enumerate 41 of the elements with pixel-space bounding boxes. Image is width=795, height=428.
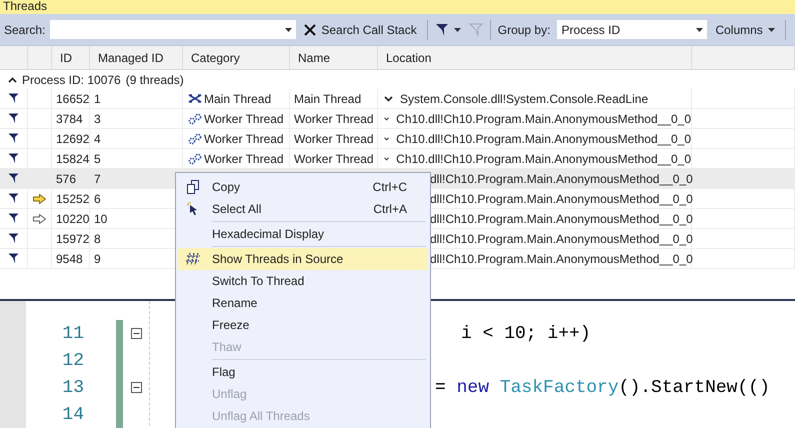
table-cell: 3784 — [52, 109, 90, 128]
code-line: i < 10; i++) — [461, 324, 591, 344]
table-cell: 12692 — [52, 129, 90, 148]
table-cell-text: dll!Ch10.Program.Main.AnonymousMethod__0_0 — [429, 252, 693, 266]
table-cell: 576 — [52, 169, 90, 188]
table-cell: 16652 — [52, 89, 90, 108]
table-cell: 9548 — [52, 249, 90, 268]
thread-count: (9 threads) — [126, 72, 184, 86]
table-cell-text: dll!Ch10.Program.Main.AnonymousMethod__0_0 — [429, 212, 693, 226]
table-cell: Main Thread — [290, 89, 378, 108]
table-cell: Worker Thread — [204, 112, 284, 126]
table-cell: Worker Thread — [204, 132, 284, 146]
table-cell: 1 — [90, 89, 183, 108]
line-number: 12 — [62, 350, 84, 370]
code-line: = new TaskFactory().StartNew(() — [435, 378, 770, 398]
line-number: 14 — [62, 404, 84, 424]
table-cell: 10220 — [52, 209, 90, 228]
table-cell: 15972 — [52, 229, 90, 248]
table-cell: System.Console.dll!System.Console.ReadLine — [400, 92, 648, 106]
table-cell: 3 — [90, 109, 183, 128]
table-cell: Ch10.dll!Ch10.Program.Main.AnonymousMethod__0_0 — [396, 152, 691, 166]
table-cell: Worker Thread — [290, 109, 378, 128]
table-cell: 15252 — [52, 189, 90, 208]
table-cell: Worker Thread — [204, 152, 284, 166]
table-cell: Worker Thread — [290, 149, 378, 168]
window-title: Threads — [3, 0, 48, 13]
table-cell: Worker Thread — [290, 129, 378, 148]
line-number: 13 — [62, 378, 84, 398]
table-cell: 5 — [90, 149, 183, 168]
table-cell: 15824 — [52, 149, 90, 168]
line-number: 11 — [62, 324, 84, 344]
table-cell: 4 — [90, 129, 183, 148]
search-label: Search: — [4, 22, 46, 36]
table-cell-text: dll!Ch10.Program.Main.AnonymousMethod__0_0 — [429, 192, 693, 206]
table-cell-text: dll!Ch10.Program.Main.AnonymousMethod__0_0 — [429, 172, 693, 186]
group-label: Process ID: 10076 — [22, 72, 121, 86]
table-cell-text: dll!Ch10.Program.Main.AnonymousMethod__0_0 — [429, 232, 693, 246]
table-cell: Main Thread — [204, 92, 272, 106]
table-cell: Ch10.dll!Ch10.Program.Main.AnonymousMethod__0_0 — [396, 112, 691, 126]
table-cell: Ch10.dll!Ch10.Program.Main.AnonymousMethod__0_0 — [396, 132, 691, 146]
group-by-label: Group by: — [498, 22, 550, 36]
